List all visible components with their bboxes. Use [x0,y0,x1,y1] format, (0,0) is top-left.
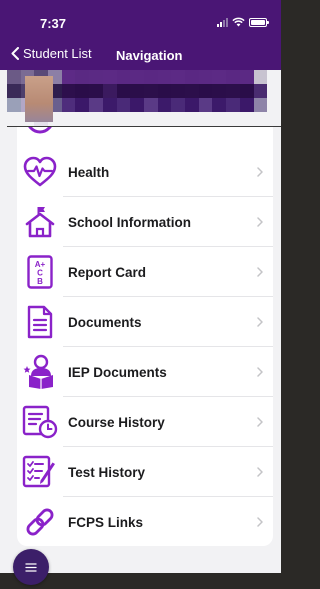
navigation-menu: Health School Information A+ C B Report … [17,127,273,546]
page-margin [0,70,7,573]
menu-item-label: FCPS Links [68,514,144,530]
hamburger-menu-icon [25,562,37,572]
menu-item-school-information[interactable]: School Information [17,197,273,247]
menu-item-label: Test History [68,464,146,480]
avatar [25,76,53,122]
back-button[interactable]: Student List [11,46,92,61]
menu-item-label: School Information [68,214,191,230]
chevron-left-icon [11,47,19,60]
document-icon [21,303,59,341]
menu-item-report-card[interactable]: A+ C B Report Card [17,247,273,297]
battery-icon [249,17,269,27]
top-bar: 7:37 Student List Navigation [0,0,281,70]
chevron-right-icon [257,417,263,427]
menu-item-documents[interactable]: Documents [17,297,273,347]
menu-item-course-history[interactable]: Course History [17,397,273,447]
chevron-right-icon [257,317,263,327]
link-icon [21,503,59,541]
status-time: 7:37 [40,16,67,31]
heart-pulse-icon [21,153,59,191]
menu-item-test-history[interactable]: Test History [17,447,273,497]
menu-item-iep-documents[interactable]: IEP Documents [17,347,273,397]
menu-item-label: Report Card [68,264,147,280]
wifi-icon [232,17,245,27]
report-card-icon: A+ C B [21,253,59,291]
menu-item-health[interactable]: Health [17,147,273,197]
page-title: Navigation [116,48,183,63]
cellular-signal-icon [217,17,228,27]
back-button-label: Student List [23,46,92,61]
iep-reader-icon [21,353,59,391]
svg-text:B: B [37,277,43,286]
chevron-right-icon [257,167,263,177]
chevron-right-icon [257,367,263,377]
menu-fab-button[interactable] [13,549,49,585]
chevron-right-icon [257,217,263,227]
navigation-bar: Student List Navigation [0,44,281,66]
status-icons [217,17,269,27]
chevron-right-icon [257,467,263,477]
menu-item-label: IEP Documents [68,364,167,380]
menu-item-fcps-links[interactable]: FCPS Links [17,497,273,546]
partial-menu-icon [28,127,52,134]
chevron-right-icon [257,517,263,527]
app-screen: 7:37 Student List Navigation Health Scho… [0,0,281,589]
menu-item-label: Health [68,164,110,180]
school-house-icon [21,203,59,241]
student-profile-banner[interactable] [7,70,281,126]
course-history-icon [21,403,59,441]
menu-item-label: Documents [68,314,142,330]
chevron-right-icon [257,267,263,277]
test-checklist-icon [21,453,59,491]
menu-item-label: Course History [68,414,165,430]
